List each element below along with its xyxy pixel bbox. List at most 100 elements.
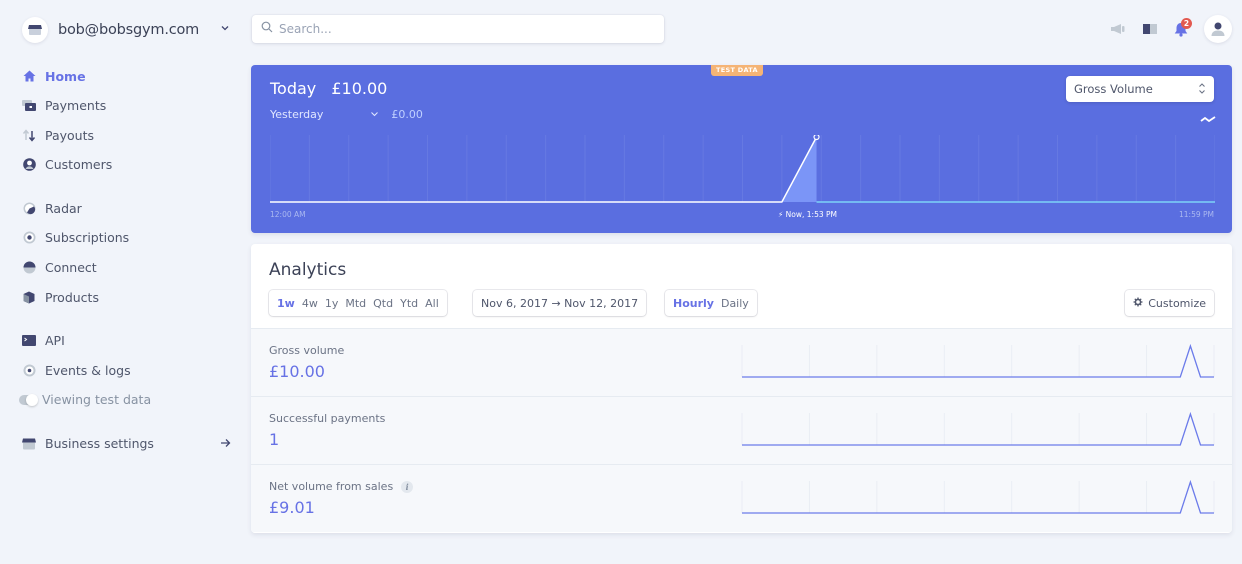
metric-row-successful-payments[interactable]: Successful payments 1: [251, 396, 1232, 464]
sidebar-item-subscriptions[interactable]: Subscriptions: [22, 228, 237, 248]
axis-end-label: 11:59 PM: [1179, 210, 1214, 219]
sidebar-item-label: API: [45, 333, 65, 349]
search-box[interactable]: [252, 15, 664, 43]
compare-amount: £0.00: [391, 108, 423, 121]
sidebar-item-payouts[interactable]: Payouts: [22, 125, 237, 145]
analytics-card: Analytics 1w 4w 1y Mtd Qtd Ytd All Nov 6, 2017…: [251, 244, 1232, 533]
sidebar-item-products[interactable]: Products: [22, 287, 237, 307]
metric-select-value: Gross Volume: [1074, 82, 1153, 96]
axis-start-label: 12:00 AM: [270, 210, 306, 219]
sidebar-item-radar[interactable]: Radar: [22, 198, 237, 218]
metric-row-gross-volume[interactable]: Gross volume £10.00: [251, 328, 1232, 396]
metric-row-net-volume[interactable]: Net volume from sales i £9.01: [251, 464, 1232, 532]
range-option-mtd[interactable]: Mtd: [345, 297, 366, 310]
today-line: [270, 136, 818, 203]
sidebar-item-customers[interactable]: Customers: [22, 155, 237, 175]
today-label: Today: [270, 79, 317, 98]
sidebar-item-label: Radar: [45, 200, 82, 216]
metric-label: Successful payments: [269, 412, 386, 425]
top-actions: 2: [1094, 15, 1232, 43]
sidebar-item-home[interactable]: Home: [22, 66, 237, 86]
today-amount: £10.00: [331, 79, 388, 98]
test-data-badge: TEST DATA: [711, 65, 763, 76]
range-option-all[interactable]: All: [425, 297, 439, 310]
sidebar-item-label: Subscriptions: [45, 230, 130, 246]
metric-value: £9.01: [269, 498, 315, 517]
range-selector: 1w 4w 1y Mtd Qtd Ytd All: [269, 290, 447, 316]
api-terminal-icon: [22, 334, 36, 348]
metric-value: £10.00: [269, 362, 325, 381]
analytics-title: Analytics: [269, 260, 347, 280]
sidebar-item-events-logs[interactable]: Events & logs: [22, 360, 237, 380]
sidebar-item-connect[interactable]: Connect: [22, 258, 237, 278]
sparkline: [742, 411, 1214, 446]
compare-period-select[interactable]: Yesterday £0.00: [270, 108, 423, 121]
docs-book-icon[interactable]: [1142, 23, 1158, 35]
sidebar-item-label: Connect: [45, 260, 97, 276]
events-icon: [22, 363, 36, 377]
arrow-right-icon: [220, 436, 231, 451]
metric-label: Gross volume: [269, 344, 345, 357]
granularity-selector: Hourly Daily: [665, 290, 757, 316]
range-option-1w[interactable]: 1w: [277, 297, 295, 310]
store-icon: [22, 437, 36, 451]
sidebar-item-api[interactable]: API: [22, 331, 237, 351]
range-option-4w[interactable]: 4w: [302, 297, 318, 310]
date-range-value: Nov 6, 2017 → Nov 12, 2017: [481, 296, 639, 310]
successful-payments-sparkline: [741, 411, 1215, 446]
sidebar-item-label: Events & logs: [45, 362, 131, 378]
payouts-icon: [22, 128, 36, 142]
info-icon[interactable]: i: [401, 480, 414, 493]
search-icon: [261, 21, 273, 37]
granularity-option-daily[interactable]: Daily: [721, 297, 749, 310]
sidebar-item-business-settings[interactable]: Business settings: [22, 434, 237, 454]
range-option-qtd[interactable]: Qtd: [373, 297, 393, 310]
radar-icon: [22, 201, 36, 215]
notification-count-badge: 2: [1181, 17, 1192, 29]
today-summary: Today £10.00: [270, 79, 387, 98]
sidebar-item-label: Payouts: [45, 127, 95, 143]
sparkline: [742, 479, 1214, 514]
sparkline: [742, 343, 1214, 378]
home-icon: [22, 69, 36, 83]
sidebar-item-label: Payments: [45, 98, 107, 114]
range-option-ytd[interactable]: Ytd: [400, 297, 418, 310]
test-data-label: Viewing test data: [42, 392, 152, 408]
payments-icon: [22, 99, 36, 113]
gear-icon: [1133, 297, 1143, 310]
trend-line-icon[interactable]: [1200, 113, 1216, 128]
sidebar-item-label: Business settings: [45, 436, 154, 452]
metric-label: Net volume from sales i: [269, 480, 414, 493]
select-arrows-icon: [1198, 82, 1206, 98]
date-range-picker[interactable]: Nov 6, 2017 → Nov 12, 2017: [473, 290, 647, 316]
chevron-down-icon[interactable]: [220, 22, 230, 37]
lightning-icon: ⚡︎: [778, 210, 784, 219]
sidebar-item-label: Home: [45, 68, 86, 84]
subscriptions-icon: [22, 231, 36, 245]
user-avatar[interactable]: [1204, 15, 1232, 43]
search-input[interactable]: [279, 22, 639, 36]
axis-now-label: ⚡︎ Now, 1:53 PM: [778, 210, 837, 219]
notifications-bell-icon[interactable]: 2: [1174, 17, 1192, 37]
today-chart-card: TEST DATA Today £10.00 Yesterday £0.00 G…: [251, 65, 1232, 233]
megaphone-icon[interactable]: [1110, 23, 1126, 35]
compare-label: Yesterday: [270, 108, 324, 121]
store-icon: [22, 17, 48, 43]
metric-select[interactable]: Gross Volume: [1066, 76, 1214, 102]
products-icon: [22, 290, 36, 304]
account-switcher[interactable]: bob@bobsgym.com: [22, 17, 229, 43]
range-option-1y[interactable]: 1y: [325, 297, 339, 310]
sidebar: Home Payments Payouts Customers Radar Su…: [19, 66, 237, 463]
metric-value: 1: [269, 430, 280, 449]
customers-icon: [22, 158, 36, 172]
customize-button[interactable]: Customize: [1125, 290, 1214, 316]
sidebar-item-payments[interactable]: Payments: [22, 96, 237, 116]
granularity-option-hourly[interactable]: Hourly: [673, 297, 714, 310]
customize-label: Customize: [1148, 296, 1206, 310]
test-data-toggle[interactable]: Viewing test data: [19, 390, 237, 410]
net-volume-sparkline: [741, 479, 1215, 514]
chevron-down-icon: [370, 108, 379, 121]
gross-volume-sparkline: [741, 343, 1215, 378]
toggle-switch[interactable]: [19, 393, 38, 406]
now-point: [813, 135, 820, 141]
